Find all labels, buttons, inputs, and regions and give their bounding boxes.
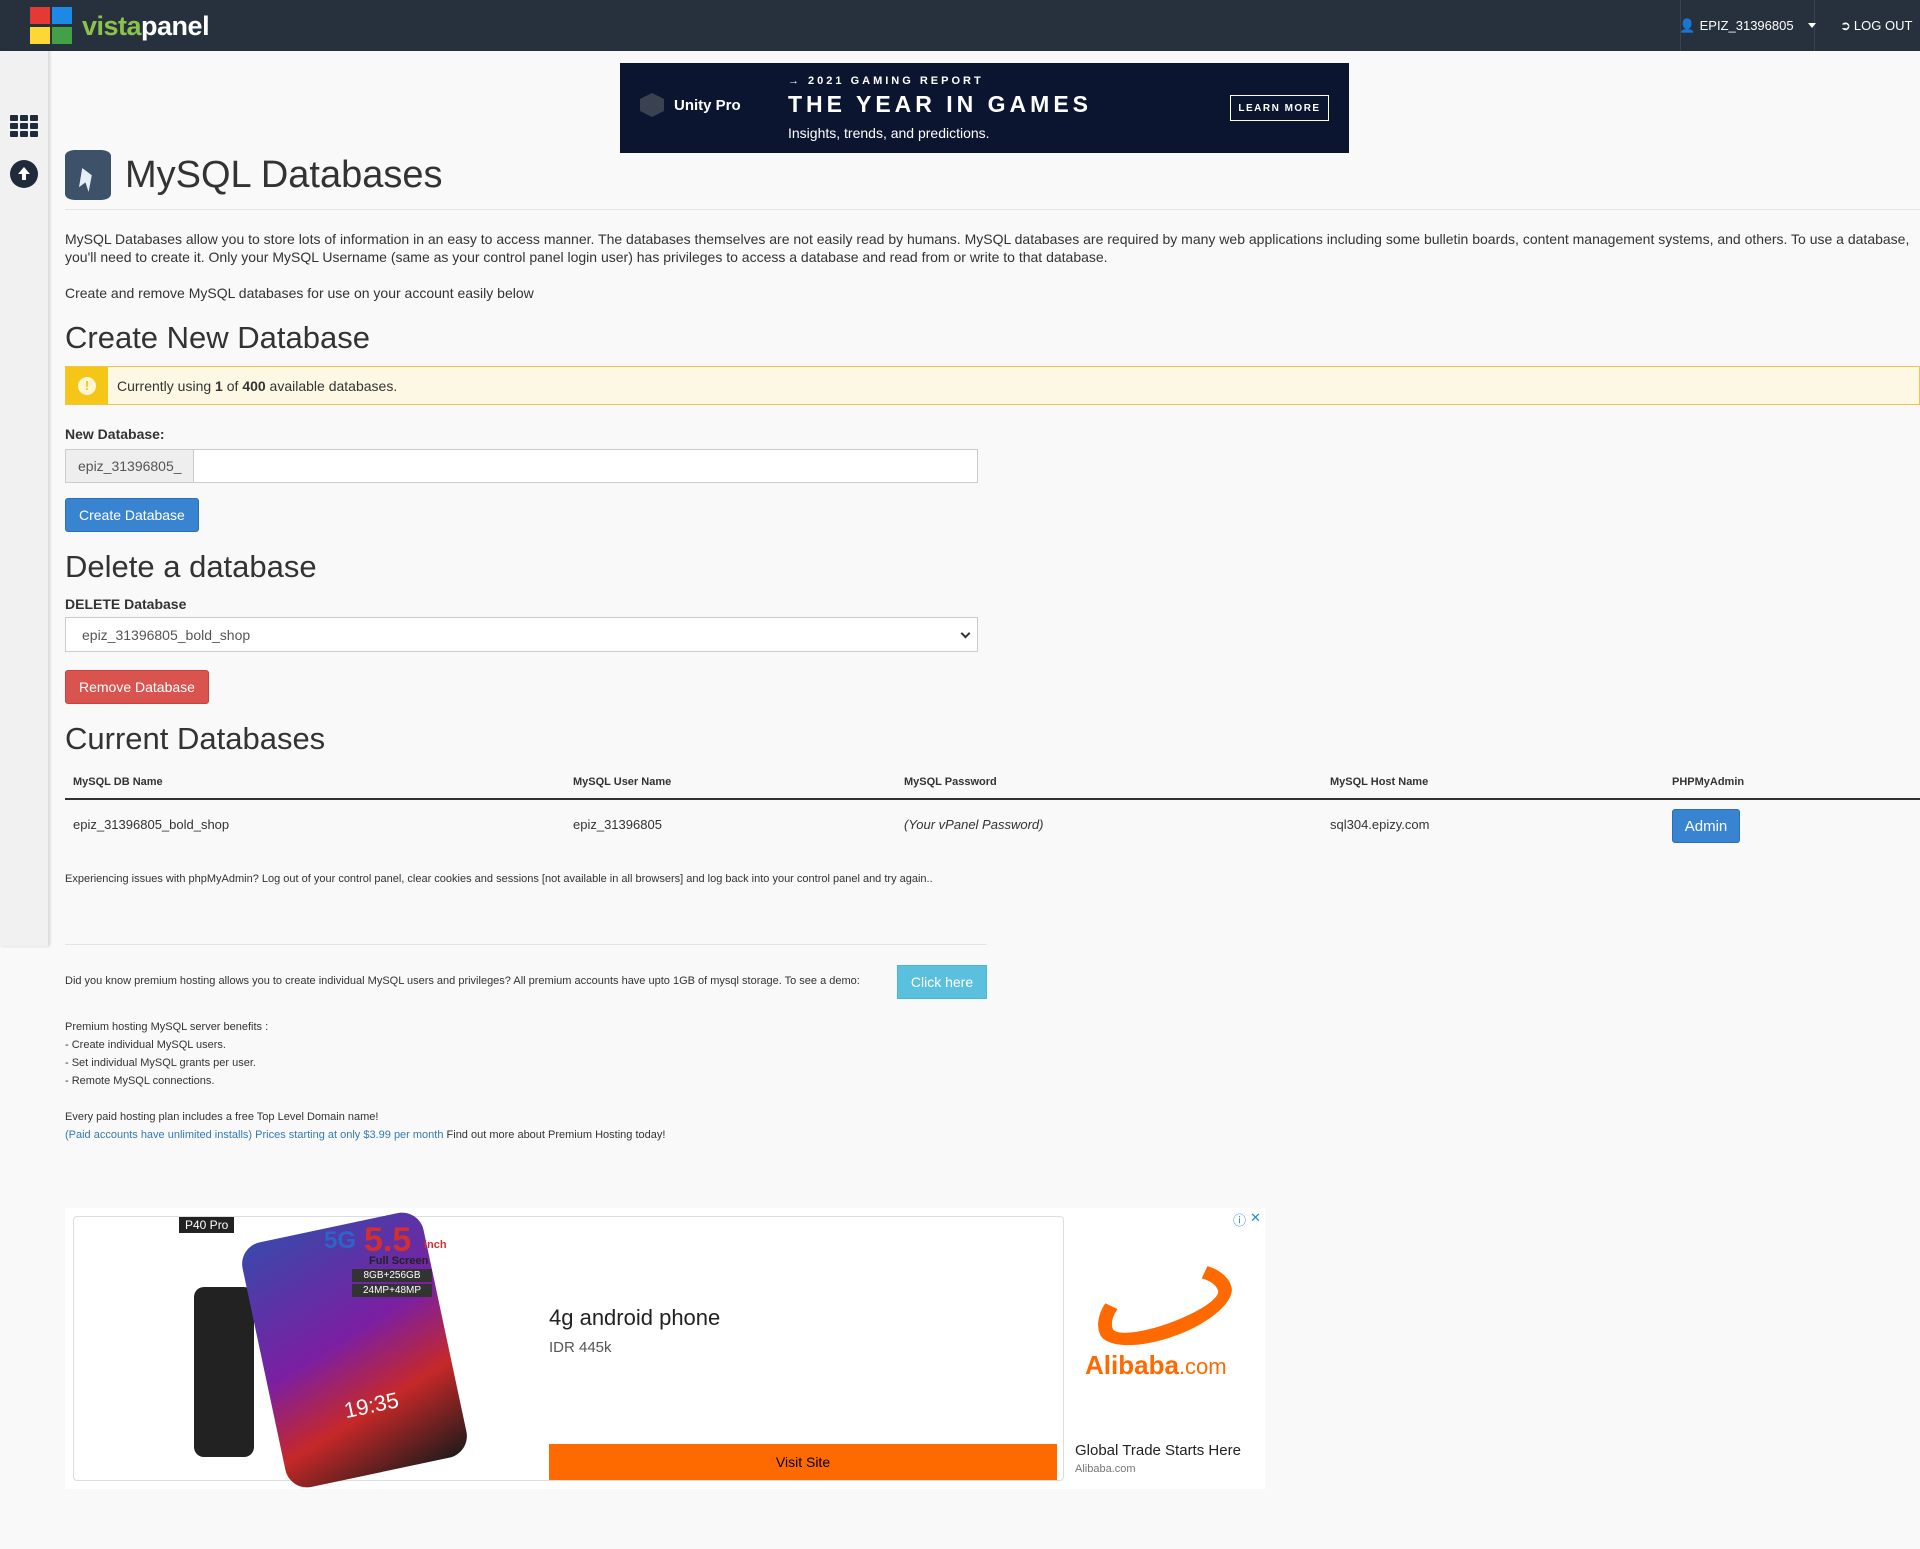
spec-unit: inch — [424, 1239, 447, 1251]
databases-table: MySQL DB Name MySQL User Name MySQL Pass… — [65, 771, 1920, 850]
benefit-item: - Set individual MySQL grants per user. — [65, 1057, 256, 1069]
ad-slogan: Global Trade Starts Here — [1075, 1442, 1241, 1459]
ad-product-price: IDR 445k — [549, 1339, 612, 1356]
database-prefix: epiz_31396805_ — [65, 449, 193, 483]
used-count: 1 — [215, 377, 223, 394]
visit-site-button[interactable]: Visit Site — [549, 1444, 1057, 1480]
new-database-label: New Database: — [65, 426, 165, 442]
ad-kicker: → 2021 GAMING REPORT — [788, 75, 984, 87]
upload-icon[interactable] — [10, 160, 38, 188]
vistapanel-logo[interactable]: vistapanel — [28, 7, 210, 45]
delete-database-heading: Delete a database — [65, 549, 317, 584]
ad-controls: ⓘ ✕ — [1233, 1210, 1261, 1229]
selected-database: epiz_31396805_bold_shop — [82, 626, 251, 643]
cell-user-name: epiz_31396805 — [573, 817, 662, 832]
total-count: 400 — [242, 377, 266, 394]
chevron-down-icon — [960, 628, 971, 639]
premium-question: Did you know premium hosting allows you … — [65, 975, 860, 987]
benefits-title: Premium hosting MySQL server benefits : — [65, 1021, 269, 1033]
click-here-button[interactable]: Click here — [897, 965, 987, 999]
ad-tagline: Insights, trends, and predictions. — [788, 125, 990, 141]
unity-logo-icon — [640, 93, 664, 117]
logout-link[interactable]: ➲ LOG OUT — [1830, 0, 1920, 51]
top-navbar: vistapanel 👤 EPIZ_31396805 ➲ LOG OUT — [0, 0, 1920, 51]
alibaba-logo[interactable]: Alibaba.com — [1083, 1246, 1248, 1380]
spec-camera: 24MP+48MP — [352, 1284, 432, 1297]
alibaba-wordmark: Alibaba.com — [1085, 1350, 1227, 1380]
user-icon: 👤 — [1679, 17, 1696, 33]
ad-info-icon[interactable]: ⓘ — [1233, 1210, 1246, 1229]
spec-screen: Full Screen — [369, 1255, 429, 1267]
new-database-input[interactable] — [193, 449, 978, 483]
apps-grid-icon[interactable] — [10, 115, 38, 137]
spec-5g: 5G — [324, 1227, 357, 1254]
create-database-heading: Create New Database — [65, 320, 370, 355]
logout-icon: ➲ — [1840, 17, 1851, 33]
title-divider — [65, 209, 1920, 210]
intro-text: MySQL Databases allow you to store lots … — [65, 231, 1910, 265]
new-database-input-group: epiz_31396805_ — [65, 449, 978, 483]
logo-text-vista: vista — [82, 10, 142, 41]
current-databases-heading: Current Databases — [65, 721, 326, 756]
caret-down-icon — [1807, 23, 1816, 28]
user-menu-dropdown[interactable]: 👤 EPIZ_31396805 — [1679, 0, 1816, 51]
col-user-name: MySQL User Name — [573, 776, 672, 788]
ad-domain: Alibaba.com — [1075, 1463, 1136, 1475]
premium-pricing-link[interactable]: (Paid accounts have unlimited installs) … — [65, 1129, 443, 1141]
tld-promo: Every paid hosting plan includes a free … — [65, 1108, 665, 1144]
benefit-item: - Remote MySQL connections. — [65, 1075, 215, 1087]
phpmyadmin-issues-note: Experiencing issues with phpMyAdmin? Log… — [65, 873, 933, 885]
delete-database-label: DELETE Database — [65, 596, 187, 612]
bottom-ad[interactable]: ⓘ ✕ 19:35 P40 Pro 5G 5.5 inch Full Scree… — [65, 1208, 1265, 1492]
cell-db-name: epiz_31396805_bold_shop — [73, 817, 230, 832]
top-ad-banner[interactable]: Unity Pro → 2021 GAMING REPORT THE YEAR … — [620, 63, 1349, 153]
benefit-item: - Create individual MySQL users. — [65, 1039, 226, 1051]
ad-learn-more-button[interactable]: LEARN MORE — [1230, 95, 1329, 121]
premium-benefits: Premium hosting MySQL server benefits : … — [65, 1018, 268, 1090]
col-password: MySQL Password — [904, 776, 997, 788]
ad-brand-label: Unity Pro — [674, 96, 741, 114]
usage-text: Currently using 1 of 400 available datab… — [117, 377, 398, 394]
mysql-database-icon — [65, 150, 111, 200]
logo-squares-icon — [28, 7, 74, 45]
tld-text: Every paid hosting plan includes a free … — [65, 1111, 379, 1123]
col-host-name: MySQL Host Name — [1330, 776, 1429, 788]
cell-host-name: sql304.epizy.com — [1330, 817, 1430, 832]
warning-icon: ! — [66, 367, 108, 404]
col-db-name: MySQL DB Name — [73, 776, 163, 788]
page-title-text: MySQL Databases — [125, 153, 443, 196]
intro-subtext: Create and remove MySQL databases for us… — [65, 285, 534, 301]
premium-after-link: Find out more about Premium Hosting toda… — [443, 1129, 666, 1141]
logout-label: LOG OUT — [1853, 18, 1913, 33]
ad-brand: Unity Pro — [640, 93, 741, 117]
table-header: MySQL DB Name MySQL User Name MySQL Pass… — [65, 771, 1920, 800]
remove-database-button[interactable]: Remove Database — [65, 670, 209, 704]
left-sidebar — [0, 51, 49, 946]
page-title: MySQL Databases — [65, 150, 443, 200]
create-database-button[interactable]: Create Database — [65, 498, 199, 532]
ad-product-card[interactable]: 19:35 P40 Pro 5G 5.5 inch Full Screen 8G… — [73, 1208, 1064, 1492]
section-divider — [65, 944, 987, 945]
username-label: EPIZ_31396805 — [1699, 18, 1794, 33]
database-usage-alert: ! Currently using 1 of 400 available dat… — [65, 366, 1920, 405]
phpmyadmin-admin-button[interactable]: Admin — [1672, 809, 1740, 843]
logo-text: vistapanel — [82, 10, 210, 42]
phone-back-image — [194, 1287, 254, 1457]
phone-time: 19:35 — [341, 1387, 401, 1424]
product-badge: P40 Pro — [179, 1217, 235, 1233]
ad-product-title[interactable]: 4g android phone — [549, 1305, 720, 1331]
spec-memory: 8GB+256GB — [352, 1269, 432, 1282]
alibaba-swoosh-icon — [1085, 1246, 1241, 1360]
logo-text-panel: panel — [141, 10, 210, 41]
table-row: epiz_31396805_bold_shop epiz_31396805 (Y… — [65, 800, 1920, 850]
ad-headline: THE YEAR IN GAMES — [788, 91, 1092, 117]
col-phpmyadmin: PHPMyAdmin — [1672, 776, 1745, 788]
cell-password: (Your vPanel Password) — [904, 817, 1044, 832]
ad-close-icon[interactable]: ✕ — [1250, 1210, 1261, 1229]
delete-database-select[interactable]: epiz_31396805_bold_shop — [65, 617, 978, 652]
